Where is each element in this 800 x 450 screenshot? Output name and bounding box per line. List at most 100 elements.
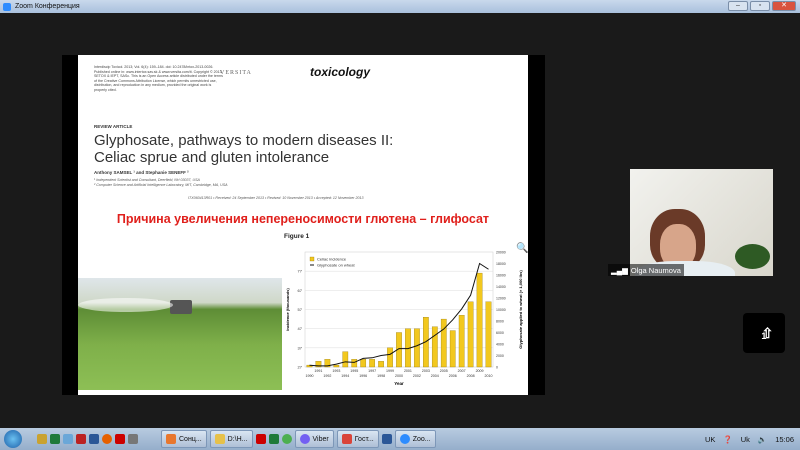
spray-mist xyxy=(78,298,173,312)
task-label: D:\H... xyxy=(227,435,248,443)
share-count: 1 xyxy=(761,330,767,341)
journal-meta: Interdiscip Toxicol. 2013; Vol. 6(4): 15… xyxy=(94,65,223,92)
x-tick-label: 1997 xyxy=(368,369,376,373)
y2-tick-label: 12000 xyxy=(496,297,506,301)
x-tick-label: 2010 xyxy=(485,374,493,378)
word-icon[interactable] xyxy=(89,434,99,444)
close-button[interactable]: ✕ xyxy=(772,1,796,11)
participant-name-tag: ▂▄▆ Olga Naumova xyxy=(608,264,684,276)
y-tick-label: 77 xyxy=(298,269,303,274)
x-tick-label: 1993 xyxy=(332,369,340,373)
x-tick-label: 1995 xyxy=(350,369,358,373)
bar xyxy=(414,328,420,368)
task-label: Zoo... xyxy=(412,435,431,443)
journal-logo: toxicology xyxy=(310,65,371,79)
bar xyxy=(333,364,340,368)
bar xyxy=(342,351,349,368)
bar xyxy=(387,347,393,368)
excel-icon[interactable] xyxy=(268,434,279,444)
legend-label: Glyphosate on wheat xyxy=(317,263,355,268)
bar xyxy=(458,315,465,368)
start-button[interactable] xyxy=(4,430,22,448)
language-indicator[interactable]: UK xyxy=(705,435,715,444)
x-tick-label: 2001 xyxy=(404,369,412,373)
help-icon[interactable]: ❓ xyxy=(723,435,732,444)
authors: Anthony SAMSEL ¹ and Stephanie SENEFF ² xyxy=(94,170,189,175)
bar xyxy=(467,301,474,368)
legend-label: Celiac incidence xyxy=(317,257,347,262)
browser-icon xyxy=(166,434,176,444)
y-tick-label: 37 xyxy=(298,345,303,350)
window-title: Zoom Конференция xyxy=(15,3,80,10)
word-icon[interactable] xyxy=(381,434,392,444)
clock[interactable]: 15:06 xyxy=(775,435,794,444)
y2-tick-label: 6000 xyxy=(496,331,504,335)
share-screen-button[interactable]: ⇧ 1 xyxy=(743,313,785,353)
maximize-button[interactable]: ▫ xyxy=(750,1,770,11)
participant-video[interactable] xyxy=(630,169,773,276)
volume-icon[interactable]: 🔈 xyxy=(758,435,767,444)
tractor xyxy=(170,300,192,314)
y2-tick-label: 8000 xyxy=(496,320,504,324)
firefox-icon[interactable] xyxy=(102,434,112,444)
app-icon[interactable] xyxy=(128,434,138,444)
article-dates: ITX060413R01 • Received: 24 September 20… xyxy=(188,196,364,200)
app-icon[interactable] xyxy=(255,434,266,444)
x-tick-label: 1996 xyxy=(359,374,367,378)
zoom-app-icon xyxy=(3,2,11,11)
task-label: Сонц... xyxy=(179,435,202,443)
x-tick-label: 2005 xyxy=(440,369,448,373)
x-tick-label: 2006 xyxy=(449,374,457,378)
x-tick-label: 1994 xyxy=(341,374,349,378)
title-bar: Zoom Конференция – ▫ ✕ xyxy=(0,0,800,13)
taskbar-item[interactable]: Viber xyxy=(294,430,334,448)
bar xyxy=(485,301,492,368)
taskbar-item[interactable]: Гост... xyxy=(336,430,379,448)
bar xyxy=(476,272,483,368)
app-icon[interactable] xyxy=(115,434,125,444)
y2-tick-label: 14000 xyxy=(496,285,506,289)
x-tick-label: 2008 xyxy=(467,374,475,378)
minimize-button[interactable]: – xyxy=(728,1,748,11)
slide-headline: Причина увеличения непереносимости глюте… xyxy=(116,212,490,226)
app-icon[interactable] xyxy=(76,434,86,444)
x-axis-label: Year xyxy=(394,381,404,386)
y2-axis-label: Glyphosate applied to wheat (× 1,000 lbs… xyxy=(518,270,523,349)
taskbar: Сонц... D:\H... Viber Гост... Zoo... UK … xyxy=(0,428,800,450)
x-tick-label: 1992 xyxy=(323,374,331,378)
chrome-icon[interactable] xyxy=(281,434,292,444)
document-icon xyxy=(341,434,352,444)
chart: 27 37 47 57 67 77 0 2000 4000 6000 8000 10000 12000 1… xyxy=(285,251,523,387)
y2-tick-label: 2000 xyxy=(496,354,504,358)
article-type: REVIEW ARTICLE xyxy=(94,124,133,129)
x-tick-label: 2009 xyxy=(476,369,484,373)
taskbar-item[interactable]: Zoo... xyxy=(394,430,436,448)
bar xyxy=(360,359,367,368)
sprayer-field-photo xyxy=(78,278,282,390)
file-icon[interactable] xyxy=(63,434,73,444)
task-label: Гост... xyxy=(354,435,374,443)
taskbar-item[interactable]: Сонц... xyxy=(161,430,207,448)
title-line-1: Glyphosate, pathways to modern diseases … xyxy=(94,132,394,149)
tray-lang[interactable]: Uk xyxy=(741,435,750,444)
y2-tick-label: 4000 xyxy=(496,343,504,347)
task-label: Viber xyxy=(312,435,329,443)
quicklaunch-icon[interactable] xyxy=(37,434,47,444)
taskbar-item[interactable]: D:\H... xyxy=(209,430,253,448)
bar xyxy=(449,330,456,368)
excel-icon[interactable] xyxy=(50,434,60,444)
title-line-2: Celiac sprue and gluten intolerance xyxy=(94,149,330,166)
magnifier-icon[interactable]: 🔍 xyxy=(516,243,528,254)
publisher-logo: VERSITA xyxy=(220,70,252,76)
x-tick-label: 2000 xyxy=(395,374,403,378)
x-tick-label: 1990 xyxy=(305,374,313,378)
y2-tick-label: 18000 xyxy=(496,262,506,266)
y-tick-label: 67 xyxy=(298,288,303,293)
x-tick-label: 2007 xyxy=(458,369,466,373)
participant-name: Olga Naumova xyxy=(630,265,681,275)
viber-icon xyxy=(299,434,310,444)
affiliations: ¹ Independent Scientist and Consultant, … xyxy=(94,178,228,187)
x-tick-label: 1999 xyxy=(386,369,394,373)
x-tick-label: 2004 xyxy=(431,374,439,378)
y2-tick-label: 20000 xyxy=(496,251,506,255)
